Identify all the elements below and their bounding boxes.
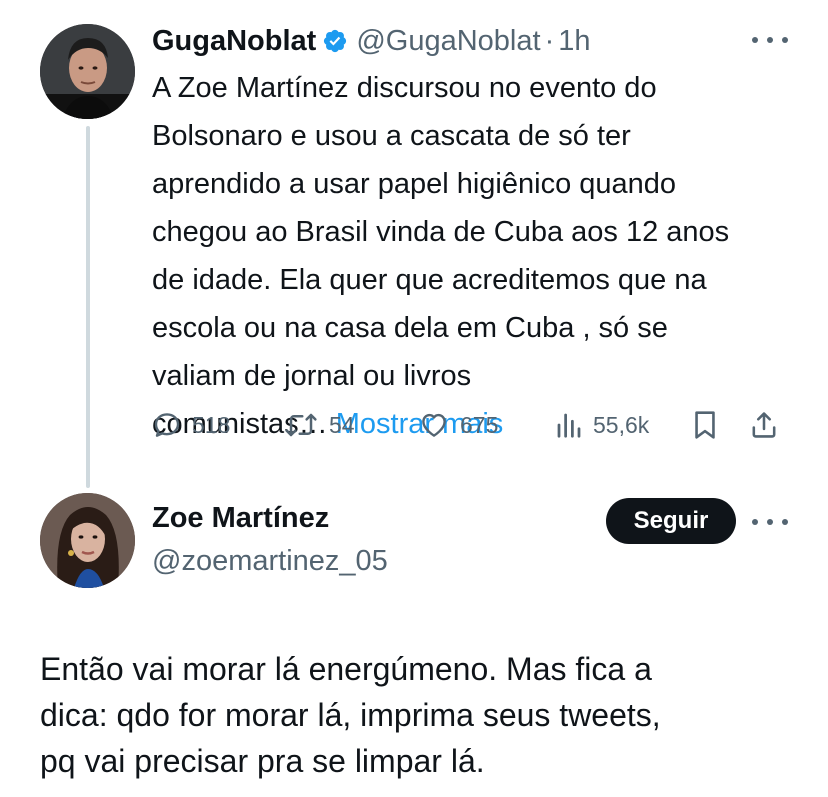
timestamp[interactable]: 1h (558, 25, 590, 58)
tweet-text-line: Então vai morar lá energúmeno. Mas fica … (40, 651, 652, 687)
retweet-count: 54 (329, 411, 355, 438)
display-name[interactable]: GugaNoblat (152, 25, 316, 58)
tweet-text-line: valiam de jornal ou livros (152, 360, 472, 392)
more-dots-icon[interactable] (752, 512, 788, 532)
tweet-text-line: de idade. Ela quer que acreditemos que n… (152, 264, 707, 296)
bookmark-icon (692, 409, 718, 441)
tweet-text-line: A Zoe Martínez discursou no evento do (152, 72, 657, 104)
share-icon (750, 409, 778, 441)
tweet-text-line: dica: qdo for morar lá, imprima seus twe… (40, 697, 661, 733)
like-count: 675 (460, 411, 499, 438)
follow-button[interactable]: Seguir (606, 498, 736, 544)
heart-icon (418, 410, 450, 440)
tweet-text-line: aprendido a usar papel higiênico quando (152, 168, 677, 200)
avatar-guganoblat[interactable] (40, 24, 135, 119)
bookmark-button[interactable] (692, 405, 718, 445)
tweet-text-line: chegou ao Brasil vinda de Cuba aos 12 an… (152, 216, 730, 248)
more-dots-icon[interactable] (752, 30, 788, 50)
share-button[interactable] (750, 405, 778, 445)
views-icon (555, 410, 583, 440)
retweet-icon (283, 410, 319, 440)
verified-badge-icon (322, 28, 348, 54)
tweet-text-line: pq vai precisar pra se limpar lá. (40, 743, 485, 779)
tweet-text-line: Bolsonaro e usou a cascata de só ter (152, 120, 631, 152)
reply-count: 518 (192, 411, 231, 438)
views-button[interactable]: 55,6k (555, 405, 649, 445)
thread-connector-line (86, 126, 90, 488)
tweet-2-text: Então vai morar lá energúmeno. Mas fica … (40, 646, 810, 784)
like-button[interactable]: 675 (418, 405, 498, 445)
separator-dot: · (544, 24, 555, 57)
avatar-zoemartinez[interactable] (40, 493, 135, 588)
views-count: 55,6k (593, 411, 650, 438)
handle[interactable]: @zoemartinez_05 (152, 545, 388, 578)
retweet-button[interactable]: 54 (283, 405, 355, 445)
tweet-1-header: GugaNoblat @GugaNoblat · 1h (152, 22, 591, 60)
reply-icon (152, 410, 182, 440)
tweet-1-text: A Zoe Martínez discursou no evento do Bo… (152, 64, 802, 448)
tweet-text-line: escola ou na casa dela em Cuba , só se (152, 312, 668, 344)
display-name[interactable]: Zoe Martínez (152, 502, 329, 535)
handle[interactable]: @GugaNoblat (356, 25, 540, 58)
reply-button[interactable]: 518 (152, 405, 230, 445)
